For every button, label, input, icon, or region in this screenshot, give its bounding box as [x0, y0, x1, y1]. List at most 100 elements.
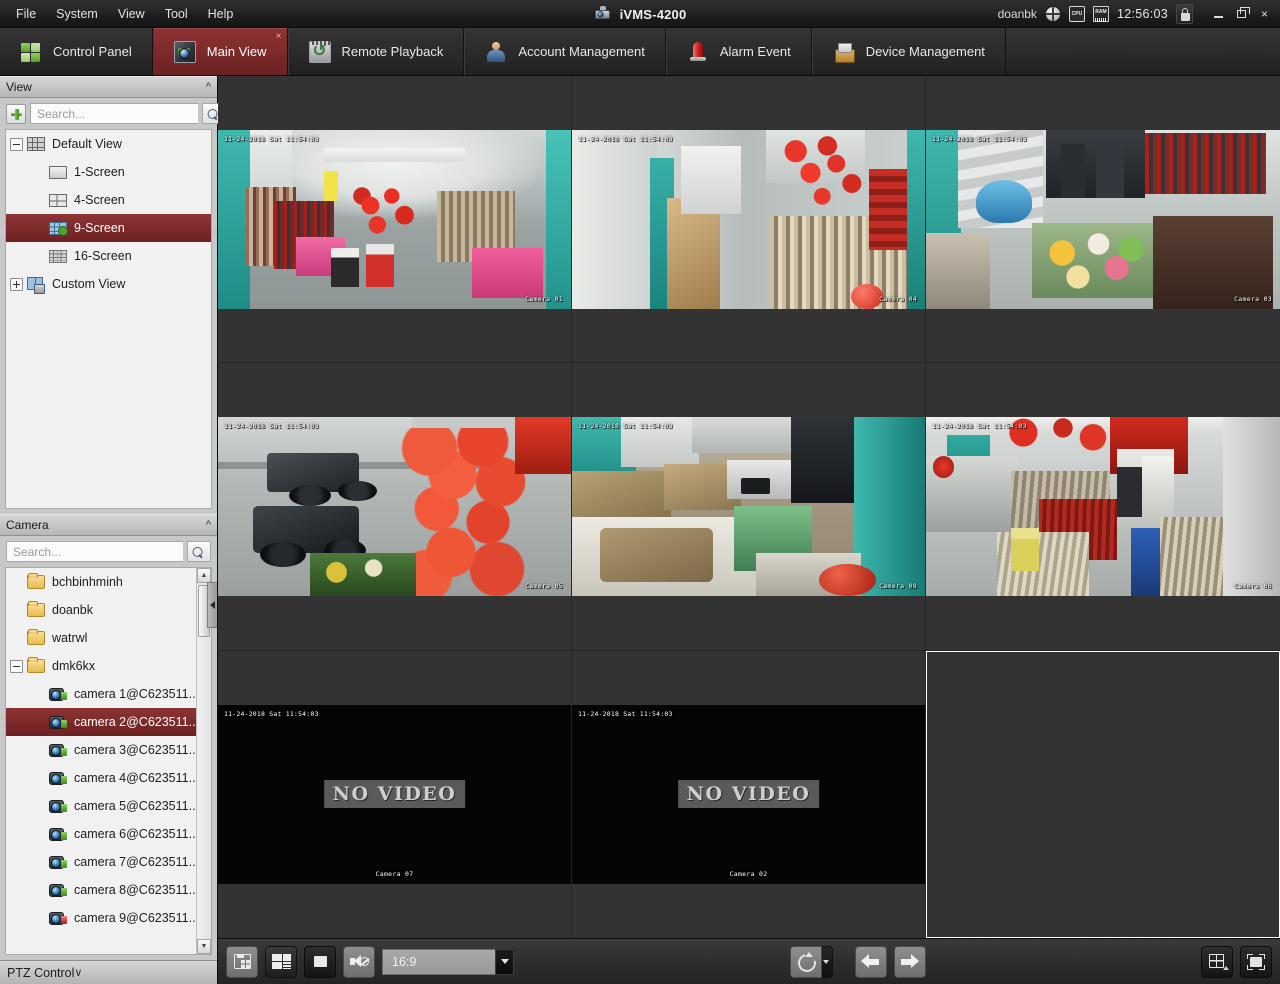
tree-item-bchbinhminh-label: bchbinhminh: [52, 575, 123, 589]
ptz-panel-expand-icon[interactable]: ∨: [74, 967, 82, 978]
video-pane-3[interactable]: 11-24-2018 Sat 11:54:03 Camera 03: [926, 76, 1280, 364]
scroll-down-icon[interactable]: ▼: [197, 939, 211, 954]
tree-item-4-screen[interactable]: 4-Screen: [6, 186, 211, 214]
ptz-panel-header[interactable]: PTZ Control ∨: [0, 960, 217, 984]
lock-icon[interactable]: [1176, 3, 1193, 24]
video-pane-6[interactable]: 11-24-2018 Sat 11:54:03 Camera 06: [926, 363, 1280, 651]
tree-item-16-screen[interactable]: 16-Screen: [6, 242, 211, 270]
tab-alarm-event[interactable]: Alarm Event: [665, 28, 812, 75]
restore-button[interactable]: [1230, 4, 1253, 24]
tree-item-custom-view-label: Custom View: [52, 277, 126, 291]
tree-item-camera-9-label: camera 9@C623511...: [74, 911, 200, 925]
previous-page-button[interactable]: [854, 945, 887, 978]
tree-item-camera-8[interactable]: camera 8@C623511...: [6, 876, 211, 904]
video-pane-7[interactable]: 11-24-2018 Sat 11:54:03 NO VIDEO Camera …: [218, 650, 572, 938]
camera-tree[interactable]: bchbinhminh doanbk watrwl dmk6kx camera …: [5, 567, 212, 955]
ram-icon-bars: [1094, 17, 1108, 22]
tree-item-custom-view[interactable]: Custom View: [6, 270, 211, 298]
view-panel-collapse-icon[interactable]: ^: [206, 82, 211, 93]
menu-system[interactable]: System: [46, 3, 108, 25]
close-button[interactable]: ×: [1253, 4, 1276, 24]
tree-item-9-screen[interactable]: 9-Screen: [6, 214, 211, 242]
tree-item-camera-4[interactable]: camera 4@C623511...: [6, 764, 211, 792]
add-view-button[interactable]: [6, 103, 26, 124]
tree-item-1-screen[interactable]: 1-Screen: [6, 158, 211, 186]
video-pane-4[interactable]: 11-24-2018 Sat 11:54:03 Camera 05: [218, 363, 572, 651]
tree-item-camera-3-label: camera 3@C623511...: [74, 743, 200, 757]
tab-main-view-close-icon[interactable]: ×: [276, 32, 282, 42]
tree-item-bchbinhminh[interactable]: bchbinhminh: [6, 568, 211, 596]
globe-icon[interactable]: [1044, 5, 1061, 22]
menu-help[interactable]: Help: [198, 3, 244, 25]
fullscreen-icon: [1247, 953, 1265, 970]
tree-item-watrwl[interactable]: watrwl: [6, 624, 211, 652]
camera-search-button[interactable]: [187, 541, 211, 562]
scroll-up-icon[interactable]: ▲: [197, 568, 211, 583]
aspect-ratio-select[interactable]: 16:9: [382, 948, 514, 975]
camera-panel-collapse-icon[interactable]: ^: [206, 520, 211, 531]
tab-account-management[interactable]: Account Management: [464, 28, 666, 75]
window-division-button[interactable]: [1201, 945, 1233, 978]
auto-switch-button[interactable]: [789, 945, 822, 978]
multi-window-button[interactable]: [265, 945, 297, 978]
aspect-ratio-value[interactable]: 16:9: [382, 948, 495, 975]
menu-file[interactable]: File: [6, 3, 46, 25]
video-pane-2[interactable]: 11-24-2018 Sat 11:54:03 Camera 04: [572, 76, 926, 364]
expander-plus-icon[interactable]: [10, 277, 23, 291]
video-pane-8[interactable]: 11-24-2018 Sat 11:54:03 NO VIDEO Camera …: [572, 650, 926, 938]
tree-item-camera-8-label: camera 8@C623511...: [74, 883, 200, 897]
tab-remote-playback[interactable]: Remote Playback: [287, 28, 465, 75]
aspect-ratio-dropdown-button[interactable]: [495, 948, 514, 975]
account-management-icon: [485, 41, 507, 63]
minimize-button[interactable]: [1207, 4, 1230, 24]
video-pane-1[interactable]: 11-24-2018 Sat 11:54:03 Camera 01: [218, 76, 572, 364]
video-pane-9[interactable]: [926, 650, 1280, 938]
no-video-label-8: NO VIDEO: [686, 783, 811, 806]
menu-tool[interactable]: Tool: [155, 3, 198, 25]
camera-search-input[interactable]: [6, 541, 183, 562]
tree-item-camera-5[interactable]: camera 5@C623511...: [6, 792, 211, 820]
osd-timestamp-4: 11-24-2018 Sat 11:54:03: [224, 421, 319, 430]
tree-item-camera-2[interactable]: camera 2@C623511...: [6, 708, 211, 736]
tab-control-panel[interactable]: Control Panel: [0, 28, 153, 75]
full-screen-button[interactable]: [1240, 945, 1272, 978]
sidebar-collapse-arrow[interactable]: [207, 582, 217, 628]
tree-item-camera-3[interactable]: camera 3@C623511...: [6, 736, 211, 764]
scene-store-racks-red: [926, 416, 1280, 596]
osd-timestamp-6: 11-24-2018 Sat 11:54:03: [932, 421, 1027, 430]
capture-button[interactable]: [226, 945, 258, 978]
video-pane-5[interactable]: 11-24-2018 Sat 11:54:03 Camera 08: [572, 363, 926, 651]
menu-view[interactable]: View: [108, 3, 155, 25]
view-tree[interactable]: Default View 1-Screen 4-Screen 9-Screen: [5, 129, 212, 509]
view-search-input[interactable]: [30, 103, 198, 124]
arrow-right-icon: [900, 954, 919, 969]
tree-item-4-screen-label: 4-Screen: [74, 193, 125, 207]
tree-item-camera-1[interactable]: camera 1@C623511...: [6, 680, 211, 708]
tree-item-camera-7[interactable]: camera 7@C623511...: [6, 848, 211, 876]
mute-button[interactable]: [343, 945, 375, 978]
ram-icon[interactable]: RAM: [1092, 5, 1109, 22]
tree-item-doanbk[interactable]: doanbk: [6, 596, 211, 624]
camera-online-icon: [49, 883, 67, 897]
next-page-button[interactable]: [893, 945, 926, 978]
cpu-icon[interactable]: CPU: [1068, 5, 1085, 22]
video-stream-7: 11-24-2018 Sat 11:54:03 NO VIDEO Camera …: [218, 704, 571, 884]
tree-item-dmk6kx[interactable]: dmk6kx: [6, 652, 211, 680]
window-controls: ×: [1207, 4, 1276, 24]
tree-item-watrwl-label: watrwl: [52, 631, 88, 645]
tree-item-default-view[interactable]: Default View: [6, 130, 211, 158]
view-panel-header[interactable]: View ^: [0, 76, 217, 98]
tab-device-management[interactable]: Device Management: [811, 28, 1006, 75]
tree-item-camera-9[interactable]: camera 9@C623511...: [6, 904, 211, 932]
four-screen-icon: [49, 193, 67, 207]
tab-main-view[interactable]: Main View ×: [152, 28, 288, 75]
camera-panel-header[interactable]: Camera ^: [0, 514, 217, 536]
osd-timestamp-8: 11-24-2018 Sat 11:54:03: [578, 709, 673, 718]
osd-timestamp-1: 11-24-2018 Sat 11:54:03: [224, 134, 319, 143]
stop-all-button[interactable]: [304, 945, 336, 978]
osd-camera-label-1: Camera 01: [525, 294, 563, 303]
expander-minus-icon[interactable]: [10, 137, 23, 151]
folder-icon: [27, 601, 45, 617]
expander-minus-icon[interactable]: [10, 659, 23, 673]
tree-item-camera-6[interactable]: camera 6@C623511...: [6, 820, 211, 848]
